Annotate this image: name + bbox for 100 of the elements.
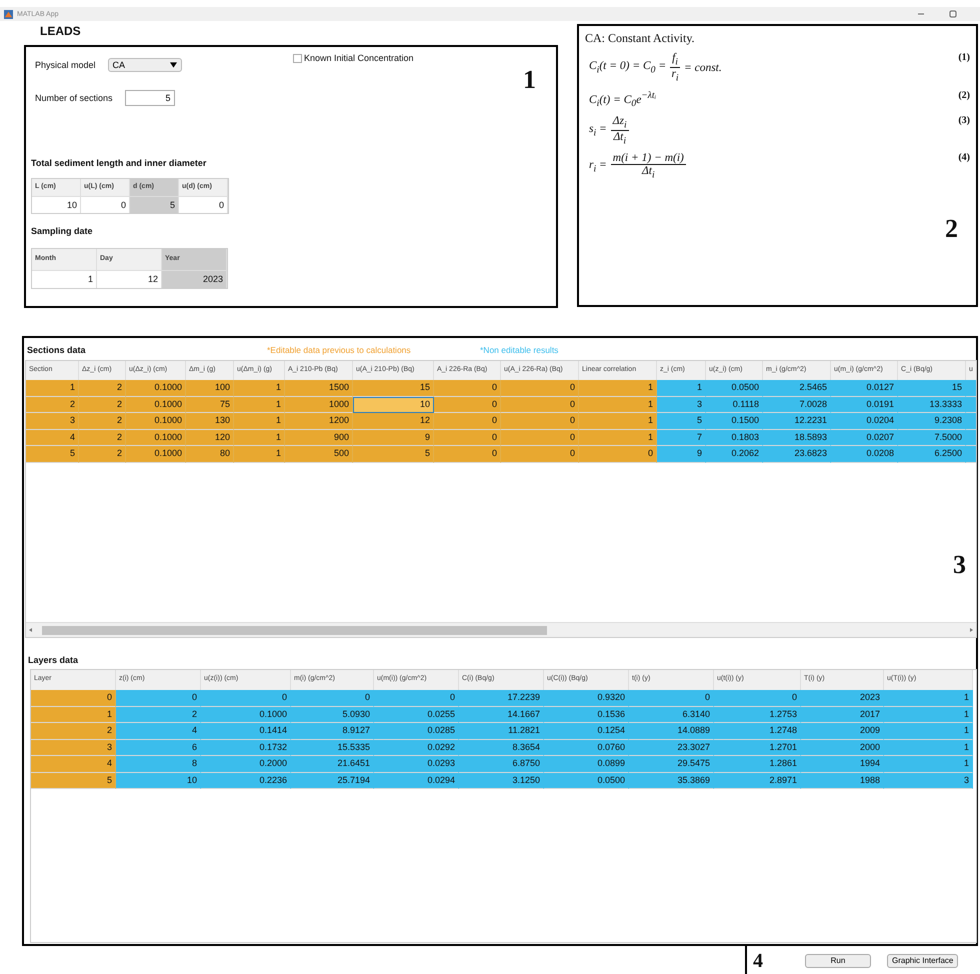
table-cell[interactable]: 0 [179,196,228,213]
table-cell[interactable]: 0 [501,446,579,462]
table-cell: 29.5475 [629,756,714,772]
table-cell[interactable]: 15 [353,380,434,396]
table-cell[interactable]: 1000 [285,396,353,413]
table-cell: 0 [374,690,459,706]
table-cell[interactable]: 7.5000 [898,430,966,446]
table-cell[interactable]: 9.2308 [898,413,966,430]
table-cell[interactable]: 100 [186,380,234,396]
table-cell[interactable]: 5 [26,446,79,462]
table-cell[interactable]: 0.0127 [831,380,898,396]
equation-number: (2) [958,90,970,101]
table-cell[interactable]: 1 [657,380,706,396]
table-cell[interactable]: 10 [353,396,434,413]
table-cell[interactable]: 9 [353,430,434,446]
table-cell: 4 [31,756,116,772]
table-cell[interactable]: 0 [579,446,657,462]
table-cell[interactable]: 23.6823 [763,446,831,462]
table-cell[interactable]: 5 [657,413,706,430]
horizontal-scrollbar[interactable] [26,622,976,637]
scrollbar-thumb[interactable] [42,626,547,634]
table-cell[interactable]: 6.2500 [898,446,966,462]
table-cell[interactable]: 75 [186,396,234,413]
table-cell[interactable]: 2 [79,396,126,413]
table-cell: 5.0930 [291,706,374,723]
table-cell[interactable]: 0.0208 [831,446,898,462]
table-cell[interactable]: 5 [130,196,179,213]
table-cell[interactable]: 12 [97,270,162,288]
maximize-icon[interactable] [948,9,958,19]
checkbox[interactable] [293,54,302,62]
table-cell[interactable]: 0.1500 [706,413,763,430]
table-cell[interactable]: 1 [234,396,285,413]
table-cell[interactable]: 0 [501,413,579,430]
table-cell[interactable]: 0 [434,430,501,446]
table-cell: 0 [31,690,116,706]
table-cell[interactable]: 2 [79,413,126,430]
table-cell[interactable]: 9 [657,446,706,462]
table-cell[interactable]: 1 [32,270,97,288]
table-cell[interactable]: 0.1000 [126,430,186,446]
table-cell[interactable]: 1 [579,430,657,446]
table-cell[interactable]: 3 [26,413,79,430]
table-cell[interactable]: 10 [32,196,81,213]
table-cell[interactable]: 4 [26,430,79,446]
table-cell: 6.3140 [629,706,714,723]
graphic-interface-button[interactable]: Graphic Interface [887,954,958,968]
table-cell[interactable]: 2 [79,430,126,446]
table-cell[interactable]: 13.3333 [898,396,966,413]
table-cell[interactable]: 1 [234,413,285,430]
table-cell[interactable]: 0.0191 [831,396,898,413]
table-cell[interactable]: 0.1000 [126,413,186,430]
table-cell[interactable]: 1 [579,380,657,396]
table-cell[interactable]: 7.0028 [763,396,831,413]
table-cell[interactable]: 1 [26,380,79,396]
table-cell[interactable]: 12.2231 [763,413,831,430]
table-cell[interactable]: 0 [434,446,501,462]
table-cell: 1 [31,706,116,723]
table-cell[interactable]: 120 [186,430,234,446]
table-cell[interactable]: 0 [81,196,130,213]
table-cell[interactable]: 15 [898,380,966,396]
table-cell[interactable]: 0 [434,396,501,413]
model-dropdown[interactable]: CA [108,58,182,72]
table-cell[interactable]: 12 [353,413,434,430]
table-cell[interactable]: 0.0207 [831,430,898,446]
table-cell[interactable]: 0.0500 [706,380,763,396]
table-cell[interactable]: 2 [79,446,126,462]
table-cell[interactable]: 0 [434,413,501,430]
table-cell[interactable]: 2 [79,380,126,396]
table-cell[interactable]: 0.1000 [126,396,186,413]
table-cell[interactable]: 0.0204 [831,413,898,430]
table-cell[interactable]: 80 [186,446,234,462]
table-cell[interactable]: 5 [353,446,434,462]
table-cell[interactable]: 0 [501,396,579,413]
table-cell[interactable]: 1200 [285,413,353,430]
table-cell: 15.5335 [291,740,374,756]
table-cell[interactable]: 1 [234,446,285,462]
table-cell[interactable]: 0.1118 [706,396,763,413]
table-cell[interactable]: 0 [434,380,501,396]
table-cell[interactable]: 18.5893 [763,430,831,446]
table-cell[interactable]: 3 [657,396,706,413]
table-cell[interactable]: 1 [579,413,657,430]
table-cell[interactable]: 0.1000 [126,380,186,396]
run-button[interactable]: Run [805,954,871,968]
table-cell[interactable]: 0.2062 [706,446,763,462]
fraction: m(i + 1) − m(i) Δt$_{i}$ [610,152,686,181]
table-cell[interactable]: 1500 [285,380,353,396]
table-cell[interactable]: 500 [285,446,353,462]
table-cell[interactable]: 1 [234,430,285,446]
number-field[interactable]: 5 [124,90,175,106]
table-cell[interactable]: 2023 [162,270,227,288]
table-cell[interactable]: 1 [579,396,657,413]
table-cell[interactable]: 0.1803 [706,430,763,446]
table-cell[interactable]: 1 [234,380,285,396]
table-cell[interactable]: 900 [285,430,353,446]
table-cell[interactable]: 130 [186,413,234,430]
table-cell[interactable]: 2.5465 [763,380,831,396]
table-cell[interactable]: 0 [501,430,579,446]
table-cell[interactable]: 7 [657,430,706,446]
table-cell[interactable]: 0 [501,380,579,396]
table-cell[interactable]: 0.1000 [126,446,186,462]
table-cell[interactable]: 2 [26,396,79,413]
